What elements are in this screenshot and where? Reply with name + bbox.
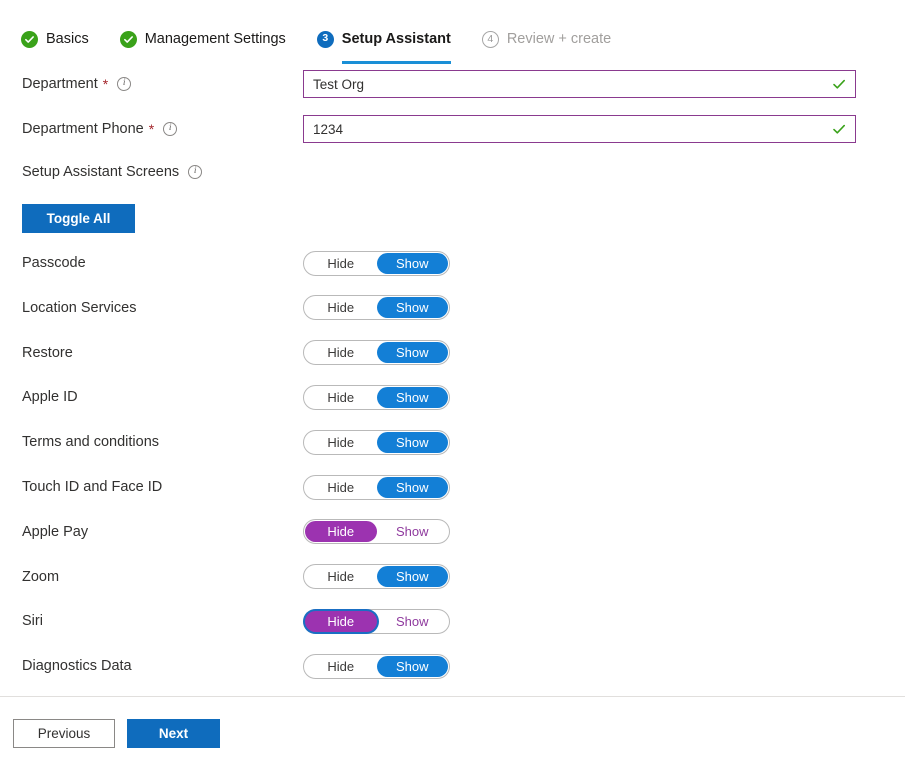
check-circle-icon <box>21 30 38 48</box>
toggle-option-hide-diagnostics-data[interactable]: Hide <box>305 656 377 677</box>
department-field-row: Department * i <box>0 70 905 98</box>
toggle-option-show-touch-id-and-face-id[interactable]: Show <box>376 476 448 498</box>
screen-label-passcode: Passcode <box>22 255 86 271</box>
hide-show-toggle-diagnostics-data[interactable]: Hide Show <box>303 653 450 679</box>
department-input[interactable] <box>313 71 825 97</box>
hide-show-toggle-siri[interactable]: Hide Show <box>303 608 450 634</box>
required-marker: * <box>148 121 155 137</box>
step-number-badge: 4 <box>481 30 499 48</box>
previous-button[interactable]: Previous <box>13 719 115 748</box>
department-phone-input-wrap[interactable] <box>303 115 856 143</box>
screen-label-siri: Siri <box>22 613 43 630</box>
toggle-option-show-diagnostics-data[interactable]: Show <box>376 655 448 677</box>
wizard-step-header: Basics Management Settings 3 Setup Assistan… <box>0 0 905 64</box>
screen-label-restore: Restore <box>22 344 73 361</box>
toggle-option-hide-touch-id-and-face-id[interactable]: Hide <box>305 477 377 498</box>
setup-assistant-page: Basics Management Settings 3 Setup Assistan… <box>0 0 905 758</box>
hide-show-toggle-zoom[interactable]: Hide Show <box>303 564 450 590</box>
wizard-step-label: Review + create <box>506 31 612 47</box>
hide-show-toggle-location-services[interactable]: Hide Show <box>303 295 450 321</box>
screen-row-zoom: Zoom Hide Show <box>0 562 905 592</box>
next-button[interactable]: Next <box>127 719 220 748</box>
hide-show-toggle-touch-id-and-face-id[interactable]: Hide Show <box>303 474 450 500</box>
required-marker: * <box>102 76 109 92</box>
department-phone-label: Department Phone * i <box>22 121 178 137</box>
department-phone-field-row: Department Phone * i <box>0 115 905 143</box>
department-phone-label-text: Department Phone <box>22 121 144 137</box>
department-label-text: Department <box>22 76 98 92</box>
valid-check-icon <box>831 76 847 92</box>
screen-row-restore: Restore Hide Show <box>0 338 905 368</box>
hide-show-toggle-apple-pay[interactable]: Hide Show <box>303 519 450 545</box>
valid-check-icon <box>831 121 847 137</box>
screen-label-diagnostics-data: Diagnostics Data <box>22 658 132 675</box>
screen-label-apple-pay: Apple Pay <box>22 523 89 540</box>
toggle-option-hide-zoom[interactable]: Hide <box>305 566 377 587</box>
footer-divider <box>0 696 905 697</box>
toggle-all-button[interactable]: Toggle All <box>22 204 135 233</box>
screen-row-location-services: Location Services Hide Show <box>0 293 905 323</box>
toggle-option-show-apple-id[interactable]: Show <box>376 386 448 408</box>
toggle-option-show-siri[interactable]: Show <box>377 611 449 632</box>
hide-show-toggle-passcode[interactable]: Hide Show <box>303 250 450 276</box>
toggle-option-hide-location-services[interactable]: Hide <box>305 297 377 318</box>
wizard-step-label: Setup Assistant <box>341 31 451 47</box>
screen-row-siri: Siri Hide Show <box>0 606 905 636</box>
screen-label-apple-id: Apple ID <box>22 389 78 406</box>
toggle-option-hide-siri[interactable]: Hide <box>305 610 377 632</box>
toggle-option-hide-apple-pay[interactable]: Hide <box>305 521 377 543</box>
setup-assistant-screens-label: Setup Assistant Screens i <box>22 164 203 180</box>
screen-row-terms-and-conditions: Terms and conditions Hide Show <box>0 427 905 457</box>
wizard-step-label: Management Settings <box>144 31 286 47</box>
step-number-badge: 3 <box>316 30 334 48</box>
hide-show-toggle-terms-and-conditions[interactable]: Hide Show <box>303 429 450 455</box>
toggle-option-hide-terms-and-conditions[interactable]: Hide <box>305 432 377 453</box>
screen-row-passcode: Passcode Hide Show <box>0 248 905 278</box>
toggle-option-hide-passcode[interactable]: Hide <box>305 253 377 274</box>
hide-show-toggle-restore[interactable]: Hide Show <box>303 340 450 366</box>
screen-label-zoom: Zoom <box>22 568 60 585</box>
toggle-option-show-apple-pay[interactable]: Show <box>377 521 449 542</box>
toggle-option-show-terms-and-conditions[interactable]: Show <box>376 431 448 453</box>
department-label: Department * i <box>22 76 132 92</box>
screen-row-diagnostics-data: Diagnostics Data Hide Show <box>0 651 905 681</box>
screen-label-location-services: Location Services <box>22 299 137 316</box>
wizard-step-basics[interactable]: Basics <box>21 22 89 56</box>
department-input-wrap[interactable] <box>303 70 856 98</box>
info-icon[interactable]: i <box>188 165 203 179</box>
toggle-option-hide-apple-id[interactable]: Hide <box>305 387 377 408</box>
check-circle-icon <box>119 30 137 48</box>
screen-row-apple-pay: Apple Pay Hide Show <box>0 517 905 547</box>
screen-label-touch-id-and-face-id: Touch ID and Face ID <box>22 479 163 495</box>
hide-show-toggle-apple-id[interactable]: Hide Show <box>303 384 450 410</box>
toggle-option-show-location-services[interactable]: Show <box>376 297 448 319</box>
wizard-step-review-create: 4 Review + create <box>481 22 612 56</box>
screen-row-touch-id-and-face-id: Touch ID and Face ID Hide Show <box>0 472 905 502</box>
toggle-option-show-zoom[interactable]: Show <box>376 566 448 588</box>
screen-label-terms-and-conditions: Terms and conditions <box>22 434 160 451</box>
department-phone-input[interactable] <box>313 116 825 142</box>
info-icon[interactable]: i <box>117 77 132 91</box>
toggle-option-show-restore[interactable]: Show <box>376 342 448 364</box>
toggle-option-show-passcode[interactable]: Show <box>376 252 448 274</box>
wizard-step-setup-assistant[interactable]: 3 Setup Assistant <box>316 22 451 64</box>
toggle-option-hide-restore[interactable]: Hide <box>305 342 377 363</box>
setup-assistant-screens-text: Setup Assistant Screens <box>22 164 180 180</box>
wizard-step-label: Basics <box>46 31 89 47</box>
info-icon[interactable]: i <box>163 122 178 136</box>
screen-row-apple-id: Apple ID Hide Show <box>0 382 905 412</box>
wizard-step-management-settings[interactable]: Management Settings <box>119 22 286 56</box>
